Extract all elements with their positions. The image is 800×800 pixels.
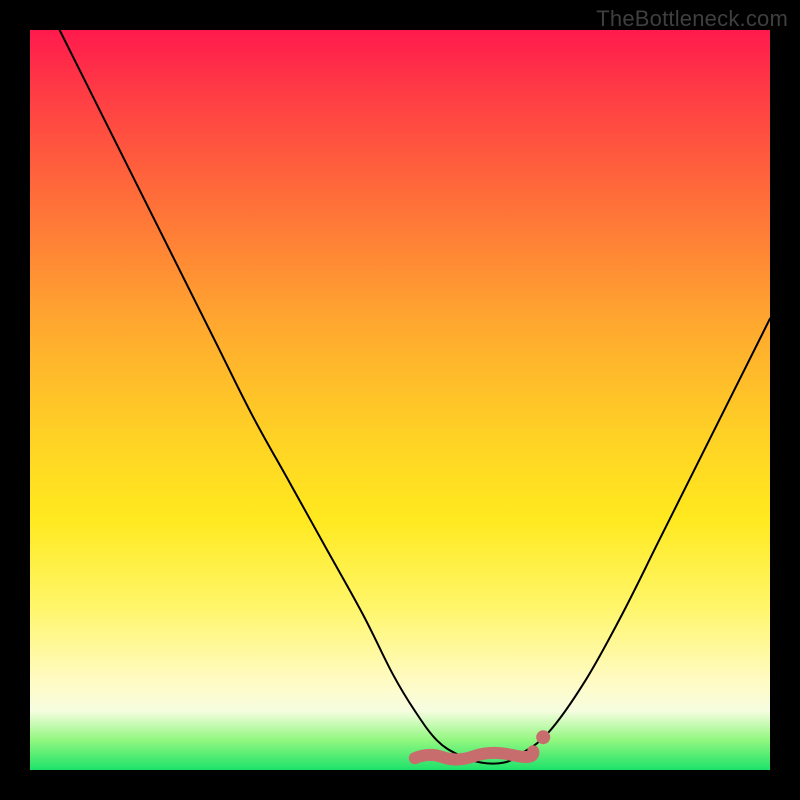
flat-region-end-dot [536, 730, 550, 744]
bottleneck-curve [60, 30, 770, 764]
flat-region-marker [415, 751, 534, 759]
curve-layer [30, 30, 770, 770]
plot-area [30, 30, 770, 770]
watermark-text: TheBottleneck.com [596, 6, 788, 32]
chart-frame: TheBottleneck.com [0, 0, 800, 800]
